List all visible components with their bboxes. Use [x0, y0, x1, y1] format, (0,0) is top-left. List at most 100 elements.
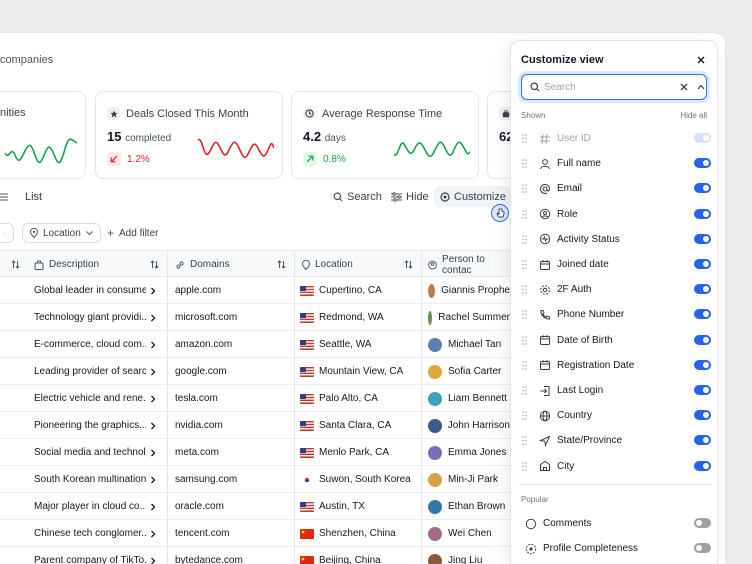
visibility-toggle[interactable]: [694, 183, 711, 194]
table-row[interactable]: Major player in cloud co... oracle.com Aus…: [0, 493, 510, 520]
visibility-toggle[interactable]: [694, 309, 711, 320]
chevron-right-icon[interactable]: [150, 466, 160, 493]
visibility-toggle[interactable]: [694, 284, 711, 295]
visibility-toggle[interactable]: [694, 334, 711, 345]
field-item-city[interactable]: City: [519, 454, 711, 479]
chevron-right-icon[interactable]: [150, 277, 160, 304]
field-label: Date of Birth: [557, 334, 613, 346]
visibility-toggle[interactable]: [694, 233, 711, 244]
field-item-joined-date[interactable]: Joined date: [519, 252, 711, 277]
person-cell: Ethan Brown: [428, 493, 510, 520]
drag-handle-icon[interactable]: [522, 461, 530, 471]
field-item-profile-completeness[interactable]: Profile Completeness: [519, 536, 711, 561]
table-row[interactable]: Global leader in consume... apple.com Cupe…: [0, 277, 510, 304]
sort-icon[interactable]: [404, 251, 413, 278]
field-item-activity-status[interactable]: Activity Status: [519, 227, 711, 252]
table-row[interactable]: Social media and technol... meta.com Menlo…: [0, 439, 510, 466]
chevron-right-icon[interactable]: [150, 493, 160, 520]
field-item-user-id[interactable]: User ID: [519, 126, 711, 151]
drag-handle-icon[interactable]: [522, 159, 530, 168]
flag-us-icon: [300, 420, 319, 431]
visibility-toggle[interactable]: [694, 158, 711, 169]
visibility-toggle[interactable]: [694, 385, 711, 395]
drag-handle-icon[interactable]: [522, 260, 530, 269]
field-item-full-name[interactable]: Full name: [519, 151, 711, 176]
field-item-state-province[interactable]: State/Province: [519, 428, 711, 453]
chevron-right-icon[interactable]: [150, 331, 160, 358]
field-item-phone-number[interactable]: Phone Number: [519, 302, 711, 327]
header-description[interactable]: Description: [34, 251, 99, 278]
drag-handle-icon[interactable]: [522, 134, 530, 143]
filter-chip-partial[interactable]: [0, 223, 14, 243]
drag-handle-icon[interactable]: [522, 360, 530, 370]
search-button[interactable]: Search: [333, 191, 382, 203]
clear-icon[interactable]: [680, 83, 688, 91]
table-header: Description Domains Location Person to c…: [0, 250, 510, 277]
visibility-toggle[interactable]: [694, 410, 711, 421]
drag-handle-icon[interactable]: [522, 310, 530, 320]
hide-all-button[interactable]: Hide all: [680, 111, 707, 120]
visibility-toggle[interactable]: [694, 518, 711, 528]
card-delta: 1.2%: [107, 152, 150, 166]
table-row[interactable]: Pioneering the graphics... nvidia.com Sant…: [0, 412, 510, 439]
chevron-right-icon[interactable]: [150, 439, 160, 466]
chevron-right-icon[interactable]: [150, 358, 160, 385]
sort-icon[interactable]: [277, 251, 286, 278]
drag-handle-icon[interactable]: [522, 436, 530, 446]
table-row[interactable]: Electric vehicle and rene... tesla.com Pal…: [0, 385, 510, 412]
table-row[interactable]: Technology giant providi... microsoft.com…: [0, 304, 510, 331]
field-item-registration-date[interactable]: Registration Date: [519, 353, 711, 378]
field-item-country[interactable]: Country: [519, 403, 711, 428]
visibility-toggle[interactable]: [694, 435, 711, 446]
table-row[interactable]: South Korean multination... samsung.com Su…: [0, 466, 510, 493]
header-location[interactable]: Location: [302, 251, 353, 278]
drag-handle-icon[interactable]: [522, 209, 530, 219]
chevron-right-icon[interactable]: [150, 547, 160, 564]
field-item-email[interactable]: Email: [519, 176, 711, 201]
location-cell: Seattle, WA: [300, 331, 420, 358]
sort-icon[interactable]: [11, 251, 20, 278]
chevron-right-icon[interactable]: [150, 304, 160, 331]
field-item-last-login[interactable]: Last Login: [519, 378, 711, 403]
header-domains[interactable]: Domains: [175, 251, 229, 278]
location-filter[interactable]: Location: [22, 223, 101, 243]
visibility-toggle[interactable]: [694, 208, 711, 219]
table-row[interactable]: E-commerce, cloud com... amazon.com Seattl…: [0, 331, 510, 358]
popular-section-label: Popular: [521, 495, 549, 504]
chevron-right-icon[interactable]: [150, 412, 160, 439]
visibility-toggle[interactable]: [694, 543, 711, 554]
drag-handle-icon[interactable]: [522, 335, 530, 345]
field-search-input[interactable]: [544, 81, 664, 93]
header-person[interactable]: Person to contac: [428, 251, 510, 278]
calendar-icon: [539, 359, 551, 371]
drag-handle-icon[interactable]: [522, 234, 530, 244]
chevron-right-icon[interactable]: [150, 385, 160, 412]
drag-handle-icon[interactable]: [522, 411, 530, 420]
table-row[interactable]: Leading provider of searc... google.com Mo…: [0, 358, 510, 385]
visibility-toggle[interactable]: [694, 460, 711, 471]
drag-handle-icon[interactable]: [522, 285, 530, 294]
breadcrumb[interactable]: companies: [0, 54, 53, 66]
field-item-comments[interactable]: Comments: [519, 511, 711, 536]
field-item-role[interactable]: Role: [519, 202, 711, 227]
person-cell: Michael Tan: [428, 331, 510, 358]
card-title: Average Response Time: [322, 107, 443, 120]
view-list-tab[interactable]: List: [13, 191, 42, 203]
hide-button[interactable]: Hide: [391, 191, 429, 203]
field-item-date-of-birth[interactable]: Date of Birth: [519, 328, 711, 353]
close-icon[interactable]: [693, 52, 709, 68]
chevron-right-icon[interactable]: [150, 520, 160, 547]
visibility-toggle[interactable]: [694, 259, 711, 269]
table-row[interactable]: Parent company of TikTo... bytedance.com B…: [0, 547, 510, 564]
table-row[interactable]: Chinese tech conglomer... tencent.com Shen…: [0, 520, 510, 547]
visibility-toggle[interactable]: [694, 359, 711, 370]
sparkline-green: [5, 138, 78, 164]
drag-handle-icon[interactable]: [522, 184, 530, 194]
list-label: List: [25, 191, 43, 203]
field-item-2f-auth[interactable]: 2F Auth: [519, 277, 711, 302]
sort-icon[interactable]: [150, 251, 159, 278]
drag-handle-icon[interactable]: [522, 386, 530, 395]
chevron-up-icon[interactable]: [697, 84, 705, 90]
card-title: Deals Closed This Month: [126, 107, 249, 120]
add-filter-button[interactable]: + Add filter: [100, 223, 165, 243]
